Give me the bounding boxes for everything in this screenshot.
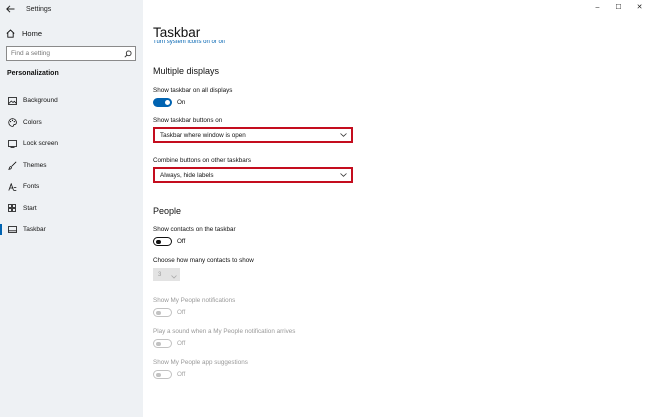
- sidebar-item-fonts[interactable]: Fonts: [0, 176, 143, 198]
- chevron-down-icon: [340, 173, 347, 177]
- toggle-state: Off: [177, 309, 186, 316]
- main-content: Taskbar Turn system icons on or off Mult…: [143, 0, 650, 417]
- sidebar-item-label: Taskbar: [23, 226, 46, 234]
- palette-icon: [7, 117, 17, 127]
- multiple-displays-heading: Multiple displays: [153, 66, 220, 76]
- sidebar-item-themes[interactable]: Themes: [0, 155, 143, 177]
- dropdown-value: Always, hide labels: [160, 171, 214, 179]
- sidebar-item-background[interactable]: Background: [0, 90, 143, 112]
- people-notifications-toggle[interactable]: Off: [153, 308, 185, 317]
- sidebar-item-taskbar[interactable]: Taskbar: [0, 219, 143, 241]
- chevron-down-icon: [171, 266, 177, 284]
- toggle-switch[interactable]: [153, 237, 172, 246]
- back-button[interactable]: [0, 0, 20, 18]
- brush-icon: [7, 161, 17, 170]
- search-box[interactable]: [6, 46, 136, 61]
- lock-screen-icon: [7, 139, 17, 148]
- show-all-displays-label: Show taskbar on all displays: [153, 87, 233, 94]
- toggle-switch[interactable]: [153, 339, 172, 348]
- sidebar-item-label: Background: [23, 97, 58, 105]
- toggle-state: On: [177, 99, 186, 106]
- app-title: Settings: [26, 5, 52, 13]
- title-bar: Settings: [0, 0, 143, 18]
- toggle-switch[interactable]: [153, 308, 172, 317]
- system-icons-link[interactable]: Turn system icons on or off: [153, 40, 225, 46]
- nav-home[interactable]: Home: [0, 24, 143, 42]
- play-sound-toggle[interactable]: Off: [153, 339, 185, 348]
- app-suggestions-toggle[interactable]: Off: [153, 370, 185, 379]
- sidebar-item-start[interactable]: Start: [0, 198, 143, 220]
- sidebar: Settings Home Personalization Background…: [0, 0, 143, 417]
- start-icon: [7, 204, 17, 213]
- combine-buttons-dropdown[interactable]: Always, hide labels: [153, 167, 353, 183]
- page-title: Taskbar: [153, 25, 201, 40]
- buttons-on-label: Show taskbar buttons on: [153, 117, 223, 124]
- sidebar-item-label: Lock screen: [23, 140, 59, 148]
- play-sound-label: Play a sound when a My People notificati…: [153, 328, 296, 335]
- app-suggestions-label: Show My People app suggestions: [153, 359, 248, 366]
- how-many-contacts-label: Choose how many contacts to show: [153, 257, 254, 264]
- toggle-state: Off: [177, 340, 186, 347]
- nav-list: Background Colors Lock screen Themes Fon…: [0, 90, 143, 241]
- section-heading: Personalization: [7, 70, 59, 77]
- people-notifications-label: Show My People notifications: [153, 297, 236, 304]
- dropdown-value: Taskbar where window is open: [160, 131, 246, 139]
- sidebar-item-label: Themes: [23, 161, 47, 169]
- show-contacts-label: Show contacts on the taskbar: [153, 226, 236, 233]
- taskbar-icon: [7, 226, 17, 234]
- show-all-displays-toggle[interactable]: On: [153, 98, 185, 107]
- sidebar-item-label: Start: [23, 204, 37, 212]
- people-heading: People: [153, 206, 182, 216]
- sidebar-item-label: Fonts: [23, 183, 40, 191]
- chevron-down-icon: [340, 133, 347, 137]
- select-value: 3: [158, 271, 162, 278]
- sidebar-item-colors[interactable]: Colors: [0, 112, 143, 134]
- back-arrow-icon: [5, 5, 14, 13]
- image-icon: [7, 96, 17, 105]
- home-icon: [6, 28, 16, 38]
- nav-home-label: Home: [22, 28, 43, 38]
- toggle-state: Off: [177, 238, 186, 245]
- contacts-count-select[interactable]: 3: [153, 268, 180, 281]
- toggle-state: Off: [177, 371, 186, 378]
- combine-buttons-label: Combine buttons on other taskbars: [153, 157, 252, 164]
- buttons-on-dropdown[interactable]: Taskbar where window is open: [153, 127, 353, 143]
- search-icon[interactable]: [121, 49, 135, 58]
- show-contacts-toggle[interactable]: Off: [153, 237, 185, 246]
- search-input[interactable]: [7, 50, 121, 57]
- sidebar-item-label: Colors: [23, 118, 42, 126]
- toggle-switch[interactable]: [153, 98, 172, 107]
- font-icon: [7, 182, 17, 191]
- toggle-switch[interactable]: [153, 370, 172, 379]
- sidebar-item-lock-screen[interactable]: Lock screen: [0, 133, 143, 155]
